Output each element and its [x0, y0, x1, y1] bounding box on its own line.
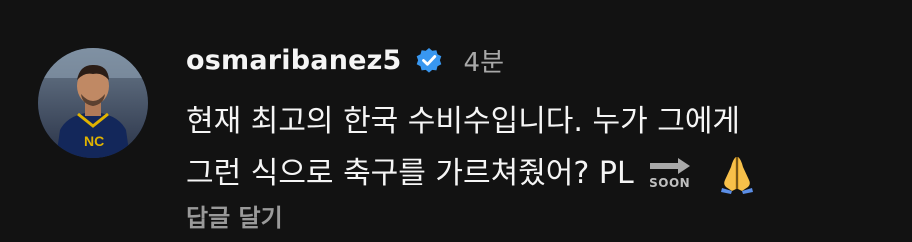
comment-header: osmaribanez5 4분: [186, 40, 504, 80]
comment-text-line-2-text: 그런 식으로 축구를 가르쳐줬어? PL: [186, 156, 634, 191]
comment: NC osmaribanez5 4분 현재 최고의 한국 수비수입니다. 누가 …: [0, 0, 912, 242]
comment-text-line-1: 현재 최고의 한국 수비수입니다. 누가 그에게: [186, 104, 741, 139]
comment-text: 현재 최고의 한국 수비수입니다. 누가 그에게 그런 식으로 축구를 가르쳐줬…: [186, 96, 886, 200]
avatar[interactable]: NC: [38, 48, 148, 158]
reply-button[interactable]: 답글 달기: [186, 200, 283, 236]
soon-arrow-icon: SOON: [646, 155, 694, 197]
svg-text:NC: NC: [84, 133, 104, 149]
timestamp: 4분: [463, 47, 504, 78]
soon-label: SOON: [649, 176, 691, 190]
folded-hands-icon: [716, 153, 758, 195]
comment-text-line-2: 그런 식으로 축구를 가르쳐줬어? PL SOON: [186, 148, 886, 200]
verified-badge-icon: [414, 45, 444, 75]
username[interactable]: osmaribanez5: [186, 45, 402, 76]
